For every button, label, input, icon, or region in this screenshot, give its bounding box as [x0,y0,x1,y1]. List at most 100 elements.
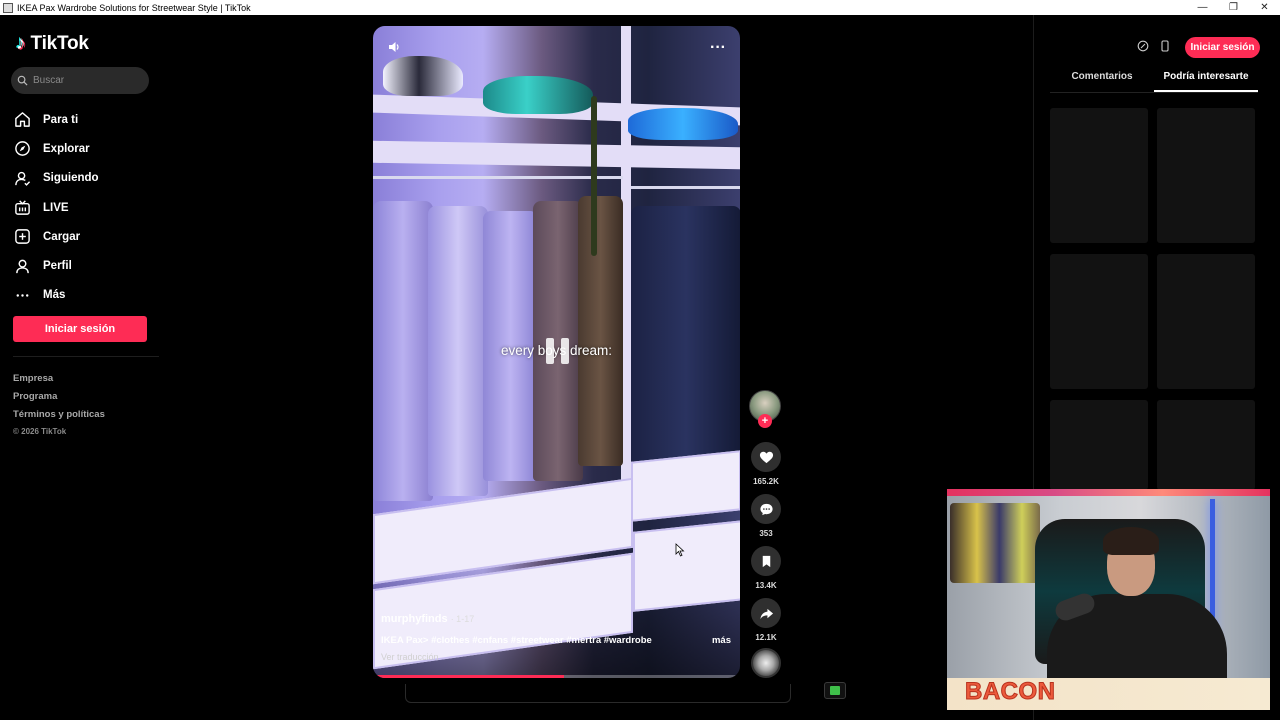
webcam-label: BACON [965,678,1056,706]
compass-icon [15,141,30,157]
author-row: murphyfinds · 1-17 [381,613,731,625]
video-thumbnail[interactable] [1050,254,1148,389]
webcam-overlay: BACON [947,489,1270,710]
sidebar-item-label: Perfil [43,260,72,273]
sneaker [483,76,593,114]
mouse-cursor-icon [675,543,685,557]
webcam-clothes-rack [950,503,1040,583]
sidebar-item-label: Explorar [43,142,90,155]
copyright: © 2026 TikTok [13,427,67,436]
clothes-rail [373,176,623,179]
comment-count: 353 [759,529,773,538]
action-bar: + 165.2K 353 13.4K 12.1K [749,390,783,642]
tiktok-logo[interactable]: ♪ TikTok [16,33,89,55]
video-thumbnail[interactable] [1157,254,1255,389]
footer-link-empresa[interactable]: Empresa [13,370,105,388]
top-icons [1136,39,1172,53]
sidebar-item-cargar[interactable]: Cargar [14,222,99,251]
sidebar-item-label: Siguiendo [43,172,99,185]
more-icon [16,294,29,297]
search-icon [17,75,28,86]
panel-tabs: Comentarios Podría interesarte [1050,71,1258,93]
author-name[interactable]: murphyfinds [381,613,448,625]
music-disc-icon[interactable] [751,648,781,678]
sidebar-item-label: LIVE [43,201,69,214]
profile-icon [16,259,29,273]
webcam-top-border [947,489,1270,496]
tab-comentarios[interactable]: Comentarios [1050,71,1154,92]
phone-icon[interactable] [1158,39,1172,53]
window-controls: — ❐ ✕ [1187,0,1280,15]
video-description-row: IKEA Pax> #clothes #cnfans #streetwear #… [381,635,731,646]
drawer [631,450,740,522]
share-action[interactable]: 12.1K [749,598,783,642]
close-button[interactable]: ✕ [1249,0,1280,15]
volume-icon[interactable] [387,40,401,54]
divider [13,356,159,357]
restore-button[interactable]: ❐ [1218,0,1249,15]
comment-icon [759,503,773,515]
video-thumbnail[interactable] [1050,108,1148,243]
more-link[interactable]: más [712,635,731,646]
hoodie [631,206,740,466]
following-icon [15,171,31,186]
sidebar-item-explorar[interactable]: Explorar [14,134,99,163]
drawer [633,520,740,612]
window-title: IKEA Pax Wardrobe Solutions for Streetwe… [17,2,251,13]
footer-link-terminos[interactable]: Términos y políticas [13,406,105,424]
sidebar-nav: Para ti Explorar Siguiendo LIVE Cargar P… [14,105,99,310]
author-avatar-wrap[interactable]: + [749,390,781,428]
save-action[interactable]: 13.4K [749,546,783,590]
video-meta: murphyfinds · 1-17 IKEA Pax> #clothes #c… [381,613,731,662]
video-progress-fill [373,675,564,678]
video-description: IKEA Pax> #clothes #cnfans #streetwear #… [381,635,652,646]
plant-vine [591,96,597,256]
sneaker [383,56,463,96]
live-icon [15,200,30,215]
window-titlebar: IKEA Pax Wardrobe Solutions for Streetwe… [0,0,1280,15]
sidebar-item-perfil[interactable]: Perfil [14,251,99,280]
video-progress-bar[interactable] [373,675,740,678]
bottom-strip [405,684,791,703]
clothes-rail [631,186,740,189]
coin-icon[interactable] [1136,39,1150,53]
header-login-button[interactable]: Iniciar sesión [1185,37,1260,58]
shelf [373,140,740,170]
comment-action[interactable]: 353 [749,494,783,538]
sidebar-item-siguiendo[interactable]: Siguiendo [14,164,99,193]
video-player[interactable]: ··· every boys dream: murphyfinds · 1-17… [373,26,740,678]
like-count: 165.2K [753,477,779,486]
save-count: 13.4K [755,581,777,590]
green-status-icon [824,682,846,699]
tab-podria-interesarte[interactable]: Podría interesarte [1154,71,1258,92]
logo-text: TikTok [30,33,89,54]
sneaker [628,108,738,140]
minimize-button[interactable]: — [1187,0,1218,15]
search-box[interactable] [11,67,149,94]
video-thumbnail[interactable] [1157,400,1255,490]
translate-link[interactable]: Ver traducción [381,652,731,662]
footer-links: Empresa Programa Términos y políticas © … [13,370,105,440]
video-thumbnail[interactable] [1050,400,1148,490]
hoodie [578,196,623,466]
pause-icon[interactable] [535,327,579,375]
follow-button[interactable]: + [758,414,772,428]
tiktok-note-icon: ♪ [16,33,26,54]
like-action[interactable]: 165.2K [749,442,783,486]
sidebar: ♪ TikTok Para ti Explorar Siguiendo LIVE… [0,15,160,720]
sidebar-item-label: Cargar [43,230,81,243]
login-button[interactable]: Iniciar sesión [13,316,147,342]
sidebar-item-label: Más [43,289,66,302]
footer-link-programa[interactable]: Programa [13,388,105,406]
webcam-person-hair [1103,527,1159,555]
bookmark-icon [762,555,770,567]
search-input[interactable] [33,75,143,86]
post-date: · 1-17 [450,614,475,624]
sidebar-item-live[interactable]: LIVE [14,193,99,222]
video-thumbnail[interactable] [1157,108,1255,243]
sidebar-item-mas[interactable]: Más [14,281,99,310]
share-icon [759,608,773,619]
more-options-icon[interactable]: ··· [710,39,726,57]
sidebar-item-label: Para ti [43,113,79,126]
sidebar-item-para-ti[interactable]: Para ti [14,105,99,134]
